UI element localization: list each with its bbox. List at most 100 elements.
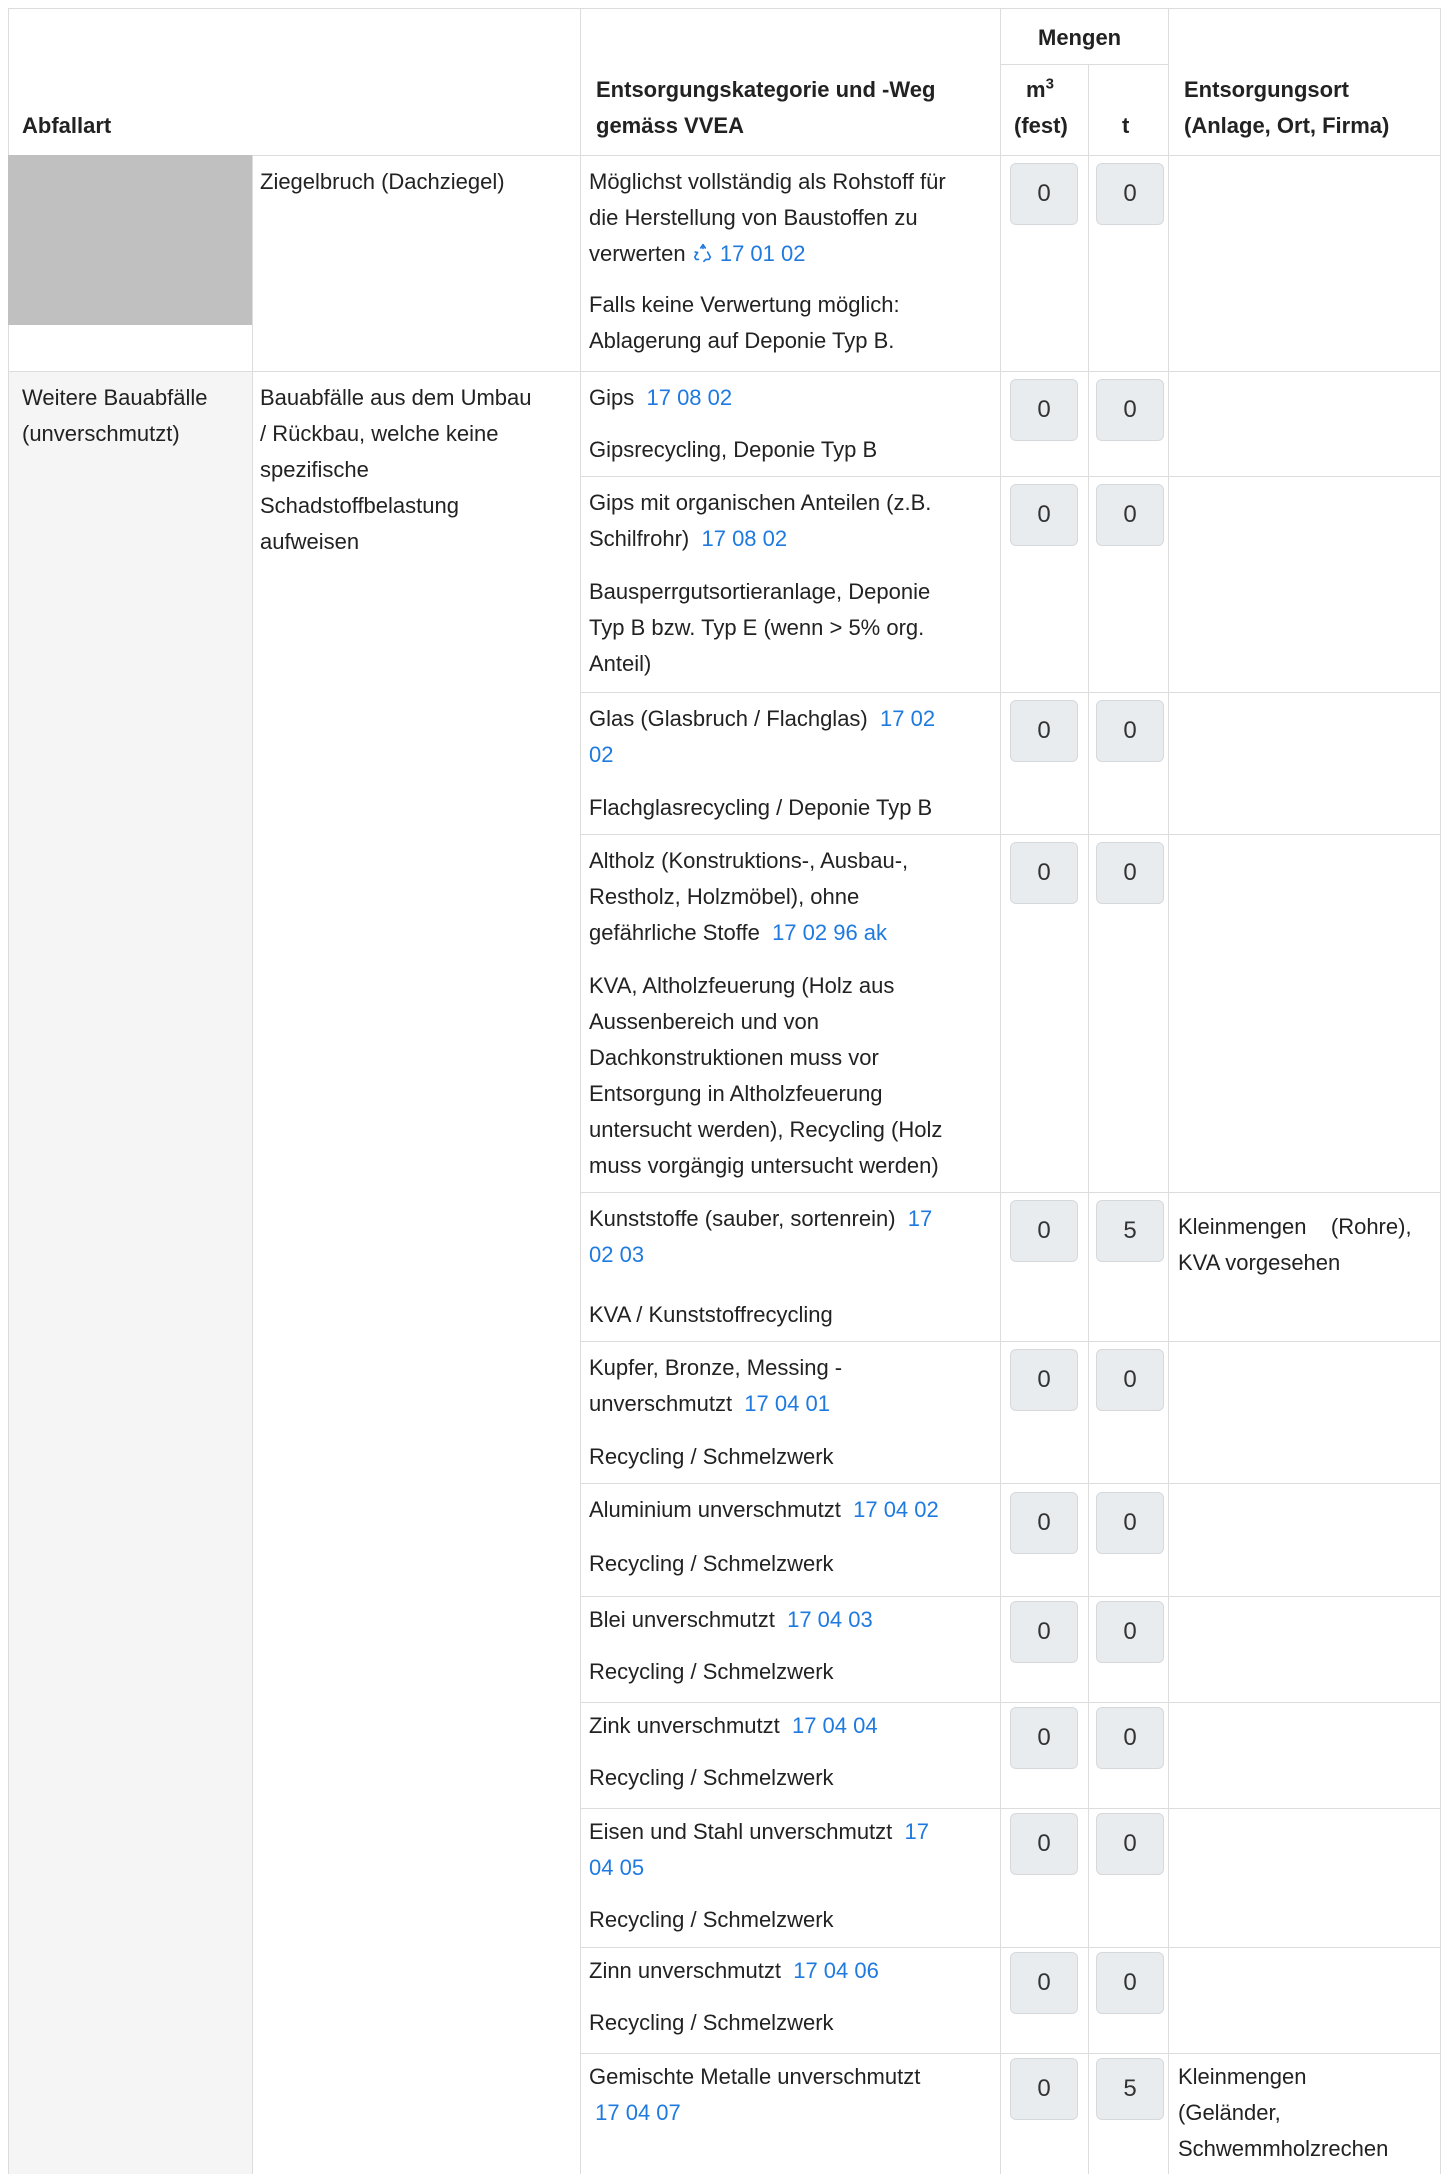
row-blei-way: Recycling / Schmelzwerk [589,1659,834,1684]
row-blei-m3-input[interactable]: 0 [1010,1601,1078,1663]
code-link-17-04-02[interactable]: 17 04 02 [853,1497,939,1522]
row-eisen-m3-input[interactable]: 0 [1010,1813,1078,1875]
group-desc-line3: spezifische [260,457,369,482]
row-aluminium-m3-input[interactable]: 0 [1010,1492,1078,1554]
recycle-icon [692,239,714,263]
group-category-line2: (unverschmutzt) [22,421,180,446]
row-zink-t-input[interactable]: 0 [1096,1707,1164,1769]
header-mengen: Mengen [1038,25,1122,50]
header-kategorie-line1: Entsorgungskategorie und -Weg [596,77,936,102]
code-link-17-01-02[interactable]: 17 01 02 [720,241,806,266]
row-zinn-way: Recycling / Schmelzwerk [589,2010,834,2035]
code-link-17-04-05-a[interactable]: 17 [905,1819,929,1844]
header-m3: m3 [1026,75,1054,102]
code-link-17-02-02-b[interactable]: 02 [589,742,613,767]
code-link-17-02-96-ak[interactable]: 17 02 96 ak [772,920,887,945]
group-desc-line5: aufweisen [260,529,360,554]
ziegel-line2: die Herstellung von Baustoffen zu [589,205,918,230]
row-eisen-t-input[interactable]: 0 [1096,1813,1164,1875]
code-link-17-08-02-b[interactable]: 17 08 02 [701,526,787,551]
disposal-table: Abfallart Entsorgungskategorie und -Weg … [0,0,1448,2174]
row-altholz-label-line2: Restholz, Holzmöbel), ohne [589,884,860,909]
row-eisen-label-line1: Eisen und Stahl unverschmutzt 17 [589,1819,929,1844]
code-link-17-08-02[interactable]: 17 08 02 [646,385,732,410]
row-blei-t-input[interactable]: 0 [1096,1601,1164,1663]
group-category-line1: Weitere Bauabfälle [22,385,208,410]
row-gips-m3-input[interactable]: 0 [1010,379,1078,441]
row-altholz-way-line1: KVA, Altholzfeuerung (Holz aus [589,973,895,998]
row-eisen-way: Recycling / Schmelzwerk [589,1907,834,1932]
row-gips-org-way-line3: Anteil) [589,651,652,676]
row-kunststoffe-m3-input[interactable]: 0 [1010,1200,1078,1262]
ziegel-line3: verwerten 17 01 02 [589,239,806,266]
row-kunststoffe-way: KVA / Kunststoffrecycling [589,1302,833,1327]
row-kupfer-label-line1: Kupfer, Bronze, Messing - [589,1355,843,1380]
row-gips-label: Gips 17 08 02 [589,385,733,410]
code-link-17-02-02-a[interactable]: 17 02 [880,706,935,731]
row-altholz-t-input[interactable]: 0 [1096,842,1164,904]
header-t: t [1122,113,1130,138]
code-link-17-04-01[interactable]: 17 04 01 [744,1391,830,1416]
row-gips-org-label-line1: Gips mit organischen Anteilen (z.B. [589,490,932,515]
row-gips-org-way-line2: Typ B bzw. Typ E (wenn > 5% org. [589,615,925,640]
row-glas-t-input[interactable]: 0 [1096,700,1164,762]
row-kupfer-t-input[interactable]: 0 [1096,1349,1164,1411]
row-gips-t-input[interactable]: 0 [1096,379,1164,441]
row-altholz-way-line4: Entsorgung in Altholzfeuerung [589,1081,883,1106]
row-zinn-label: Zinn unverschmutzt 17 04 06 [589,1958,879,1983]
code-link-17-02-03-b[interactable]: 02 03 [589,1242,644,1267]
row-zink-m3-input[interactable]: 0 [1010,1707,1078,1769]
row-kupfer-label-line2: unverschmutzt 17 04 01 [589,1391,830,1416]
row-aluminium-way: Recycling / Schmelzwerk [589,1551,834,1576]
row-zink-way: Recycling / Schmelzwerk [589,1765,834,1790]
code-link-17-04-05-b[interactable]: 04 05 [589,1855,644,1880]
row-altholz-label-line1: Altholz (Konstruktions-, Ausbau-, [589,848,909,873]
row-altholz-m3-input[interactable]: 0 [1010,842,1078,904]
code-link-17-04-07[interactable]: 17 04 07 [595,2100,681,2125]
row-altholz-way-line6: muss vorgängig untersucht werden) [589,1153,939,1178]
group-desc-line2: / Rückbau, welche keine [260,421,499,446]
code-link-17-02-03-a[interactable]: 17 [908,1206,932,1231]
row-gips-org-label-line2: Schilfrohr) 17 08 02 [589,526,788,551]
header-ort-line1: Entsorgungsort [1184,77,1349,102]
row-eisen-label-line2: 04 05 [589,1850,644,1886]
row-altholz-label-line3: gefährliche Stoffe 17 02 96 ak [589,920,888,945]
row-gips-way: Gipsrecycling, Deponie Typ B [589,437,878,462]
row-kunststoffe-ort-line1: Kleinmengen (Rohre), [1178,1214,1412,1239]
row-gemischt-ort-line2: (Geländer, [1178,2100,1281,2125]
row-glas-label-line2: 02 [589,737,613,773]
ziegel-m3-input[interactable]: 0 [1010,163,1078,225]
ziegel-note1: Falls keine Verwertung möglich: [589,292,900,317]
row-gemischt-m3-input[interactable]: 0 [1010,2058,1078,2120]
row-altholz-way-line2: Aussenbereich und von [589,1009,819,1034]
row-kunststoffe-t-input[interactable]: 5 [1096,1200,1164,1262]
row-glas-m3-input[interactable]: 0 [1010,700,1078,762]
row-gips-org-m3-input[interactable]: 0 [1010,484,1078,546]
ziegel-name: Ziegelbruch (Dachziegel) [260,169,505,194]
row-kunststoffe-label-line2: 02 03 [589,1237,644,1273]
row-aluminium-t-input[interactable]: 0 [1096,1492,1164,1554]
group-desc-bg [252,371,580,2174]
group-desc-line4: Schadstoffbelastung [260,493,459,518]
row-glas-label-line1: Glas (Glasbruch / Flachglas) 17 02 [589,706,936,731]
code-link-17-04-03[interactable]: 17 04 03 [787,1607,873,1632]
ziegel-t-input[interactable]: 0 [1096,163,1164,225]
row-gemischt-t-input[interactable]: 5 [1096,2058,1164,2120]
row-gemischt-ort-line1: Kleinmengen [1178,2064,1307,2089]
row-kupfer-m3-input[interactable]: 0 [1010,1349,1078,1411]
header-m3-fest: (fest) [1014,113,1068,138]
row-gips-org-t-input[interactable]: 0 [1096,484,1164,546]
row-gemischt-label-line2: 17 04 07 [589,2095,681,2131]
row-gemischt-label-line1: Gemischte Metalle unverschmutzt [589,2064,921,2089]
row-glas-way: Flachglasrecycling / Deponie Typ B [589,795,933,820]
row-altholz-way-line3: Dachkonstruktionen muss vor [589,1045,879,1070]
row-kunststoffe-ort-line2: KVA vorgesehen [1178,1250,1341,1275]
row-zinn-m3-input[interactable]: 0 [1010,1952,1078,2014]
row-gips-org-way-line1: Bausperrgutsortieranlage, Deponie [589,579,931,604]
header-kategorie-line2: gemäss VVEA [596,113,744,138]
code-link-17-04-04[interactable]: 17 04 04 [792,1713,878,1738]
row-zinn-t-input[interactable]: 0 [1096,1952,1164,2014]
code-link-17-04-06[interactable]: 17 04 06 [793,1958,879,1983]
header-abfallart: Abfallart [22,113,112,138]
ziegel-line1: Möglichst vollständig als Rohstoff für [589,169,946,194]
